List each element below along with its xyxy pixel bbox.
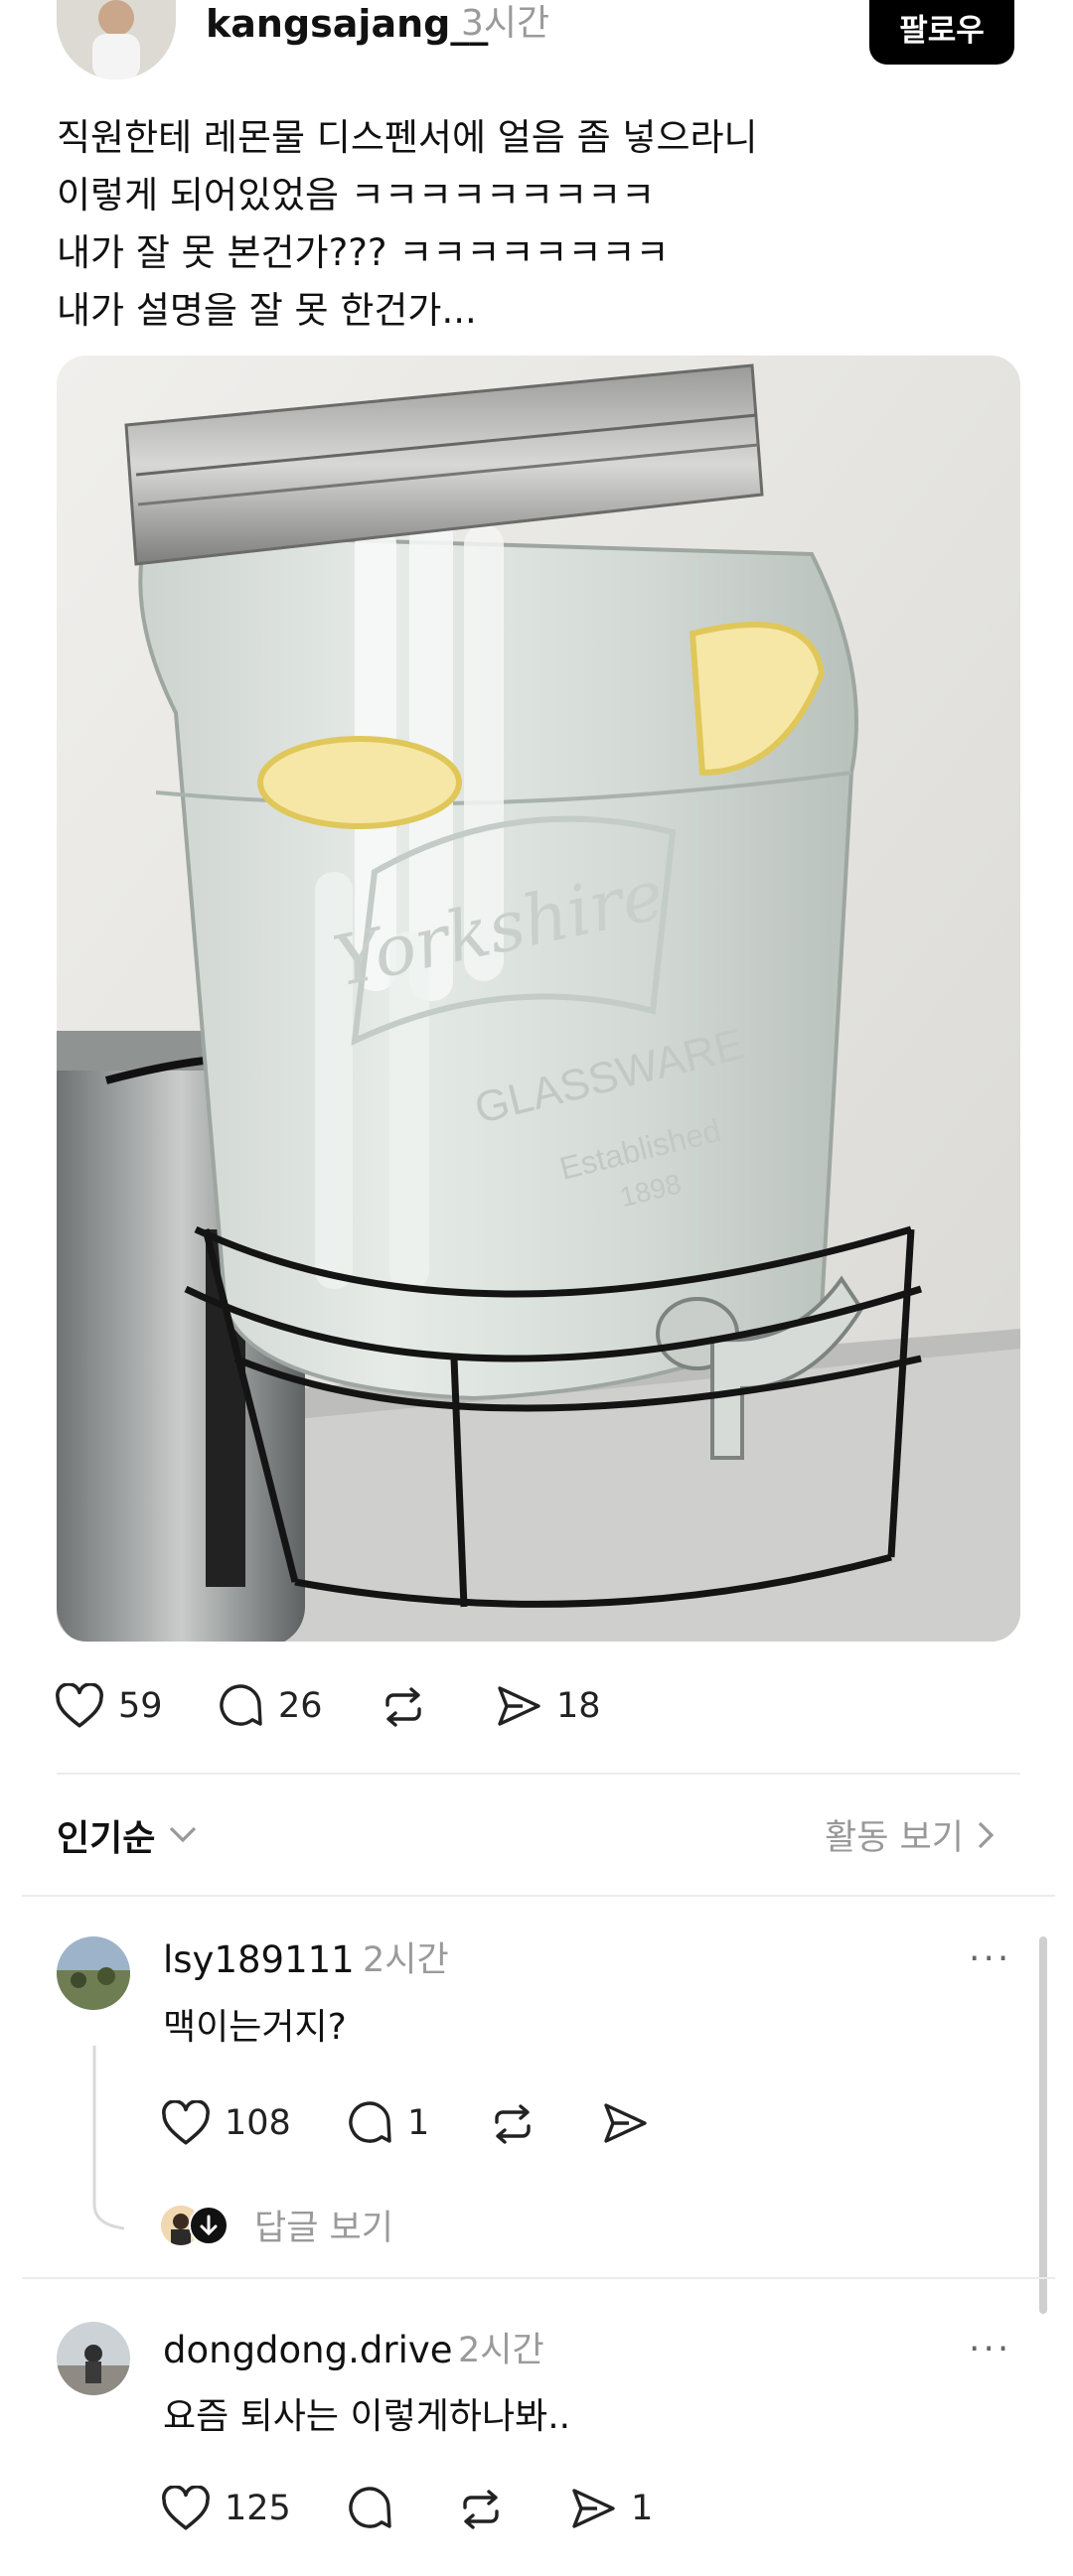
- post-like-count: 59: [118, 1686, 163, 1726]
- follow-button[interactable]: 팔로우: [869, 0, 1014, 65]
- post-text-line-4: 내가 설명을 잘 못 한건가...: [57, 289, 477, 332]
- sort-dropdown[interactable]: 인기순: [57, 1809, 197, 1861]
- reply-time: 2시간: [458, 2331, 544, 2370]
- post-author-avatar[interactable]: [57, 0, 176, 79]
- reply-repost-button[interactable]: [489, 2102, 536, 2146]
- reply-like-count: 108: [225, 2103, 291, 2143]
- view-replies-link[interactable]: 답글 보기: [161, 2200, 393, 2250]
- comment-icon: [349, 2101, 391, 2143]
- post-text-line-2: 이렇게 되어있었음 ㅋㅋㅋㅋㅋㅋㅋㅋㅋ: [57, 174, 656, 216]
- post-username[interactable]: kangsajang__: [206, 0, 488, 48]
- reply-share-count: 1: [631, 2489, 654, 2528]
- scrollbar[interactable]: [1039, 1936, 1047, 2314]
- reply-repost-button[interactable]: [457, 2488, 505, 2531]
- divider: [57, 1773, 1020, 1775]
- comment-icon: [220, 1684, 262, 1726]
- sort-label: 인기순: [57, 1818, 156, 1859]
- reply-share-button[interactable]: 1: [569, 2486, 653, 2531]
- comment-icon: [349, 2487, 391, 2528]
- post-time: 3시간: [461, 3, 550, 44]
- divider: [22, 1895, 1055, 1897]
- post-share-button[interactable]: 18: [495, 1683, 601, 1729]
- post-comment-count: 26: [278, 1686, 323, 1726]
- reply-like-button[interactable]: 125: [161, 2486, 291, 2531]
- repost-icon: [463, 2490, 499, 2529]
- reply-time: 2시간: [363, 1940, 449, 1980]
- reply-username[interactable]: lsy189111: [163, 1936, 355, 1984]
- post-comment-button[interactable]: 26: [217, 1683, 323, 1729]
- post-repost-button[interactable]: [380, 1685, 427, 1729]
- more-options-button[interactable]: ···: [969, 1941, 1011, 1977]
- post-text: 직원한테 레몬물 디스펜서에 얼음 좀 넣으라니 이렇게 되어있었음 ㅋㅋㅋㅋㅋ…: [57, 109, 758, 340]
- activity-link[interactable]: 활동 보기: [825, 1809, 994, 1860]
- post-text-line-1: 직원한테 레몬물 디스펜서에 얼음 좀 넣으라니: [57, 116, 758, 159]
- reply-comment-count: 1: [407, 2103, 430, 2143]
- reply-comment-button[interactable]: [346, 2486, 393, 2531]
- follow-button-label: 팔로우: [899, 13, 985, 49]
- send-icon: [498, 1686, 540, 1726]
- send-icon: [572, 2489, 615, 2528]
- chevron-right-icon: [978, 1821, 994, 1848]
- reply-text: 요즘 퇴사는 이렇게하나봐..: [163, 2396, 571, 2437]
- reply-like-button[interactable]: 108: [161, 2100, 291, 2146]
- reply-comment-button[interactable]: 1: [346, 2100, 429, 2146]
- post-share-count: 18: [556, 1686, 601, 1726]
- post-image[interactable]: Yorkshire GLASSWARE Established 1898: [57, 356, 1020, 1642]
- reply-avatar[interactable]: [57, 1936, 130, 2010]
- reply-share-button[interactable]: [601, 2100, 649, 2146]
- repost-icon: [385, 1687, 421, 1727]
- send-icon: [604, 2103, 647, 2143]
- reply-username[interactable]: dongdong.drive: [163, 2327, 453, 2374]
- heart-icon: [56, 1683, 103, 1728]
- activity-label: 활동 보기: [825, 1818, 964, 1858]
- chevron-down-icon: [170, 1826, 197, 1843]
- reply-text: 맥이는거지?: [163, 2007, 347, 2048]
- thread-line: [92, 2046, 125, 2230]
- post-like-button[interactable]: 59: [55, 1683, 163, 1729]
- more-options-button[interactable]: ···: [969, 2332, 1011, 2367]
- repost-icon: [495, 2104, 531, 2144]
- reply-avatar[interactable]: [57, 2322, 130, 2395]
- post-text-line-3: 내가 잘 못 본건가??? ㅋㅋㅋㅋㅋㅋㅋㅋ: [57, 231, 670, 274]
- divider: [22, 2277, 1055, 2279]
- heart-icon: [162, 2100, 210, 2145]
- arrow-down-circle-icon: [189, 2205, 229, 2245]
- reply-like-count: 125: [225, 2489, 291, 2528]
- view-replies-label: 답글 보기: [254, 2209, 393, 2248]
- heart-icon: [162, 2486, 210, 2530]
